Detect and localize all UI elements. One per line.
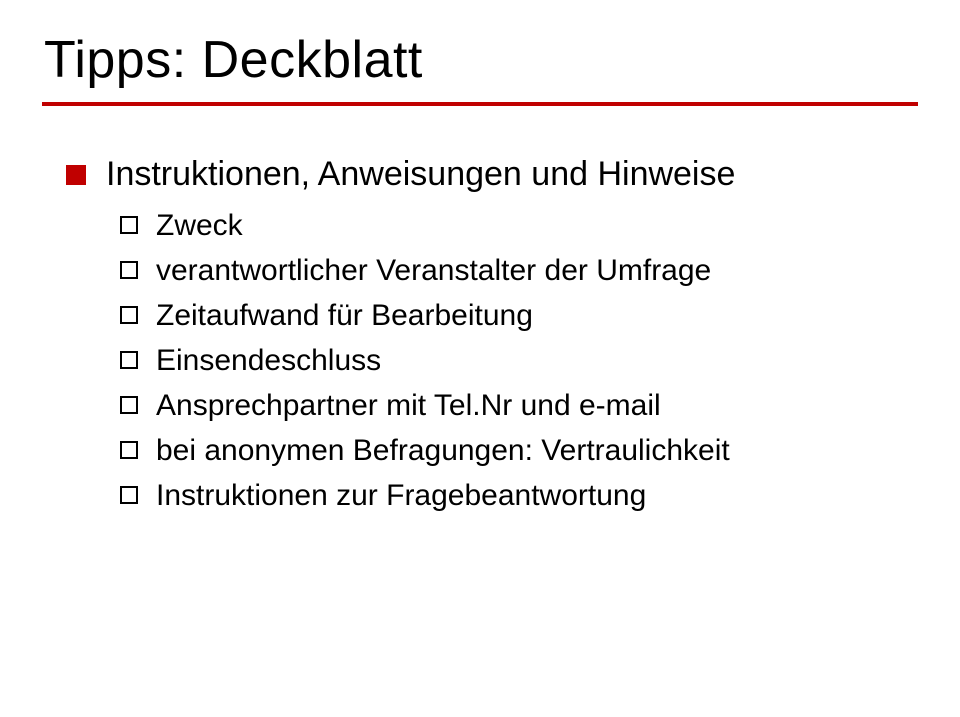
square-bullet-icon — [66, 165, 86, 185]
item-text: Zeitaufwand für Bearbeitung — [156, 296, 918, 335]
list-item: Einsendeschluss — [120, 341, 918, 380]
hollow-square-icon — [120, 261, 138, 279]
list-item: Zweck — [120, 206, 918, 245]
item-text: Zweck — [156, 206, 918, 245]
item-text: Instruktionen zur Fragebeantwortung — [156, 476, 918, 515]
list-item: bei anonymen Befragungen: Vertraulichkei… — [120, 431, 918, 470]
list-item: Ansprechpartner mit Tel.Nr und e-mail — [120, 386, 918, 425]
list-item: Instruktionen, Anweisungen und Hinweise — [66, 152, 918, 196]
list-item: Zeitaufwand für Bearbeitung — [120, 296, 918, 335]
item-text: Einsendeschluss — [156, 341, 918, 380]
slide-title: Tipps: Deckblatt — [44, 30, 918, 90]
title-underline — [42, 102, 918, 106]
hollow-square-icon — [120, 396, 138, 414]
item-text: Ansprechpartner mit Tel.Nr und e-mail — [156, 386, 918, 425]
hollow-square-icon — [120, 306, 138, 324]
hollow-square-icon — [120, 216, 138, 234]
hollow-square-icon — [120, 351, 138, 369]
list-item: Instruktionen zur Fragebeantwortung — [120, 476, 918, 515]
slide: Tipps: Deckblatt Instruktionen, Anweisun… — [0, 0, 960, 717]
content-body: Instruktionen, Anweisungen und Hinweise … — [42, 152, 918, 515]
hollow-square-icon — [120, 441, 138, 459]
item-text: verantwortlicher Veranstalter der Umfrag… — [156, 251, 918, 290]
item-text: bei anonymen Befragungen: Vertraulichkei… — [156, 431, 918, 470]
heading-text: Instruktionen, Anweisungen und Hinweise — [106, 152, 918, 196]
hollow-square-icon — [120, 486, 138, 504]
list-item: verantwortlicher Veranstalter der Umfrag… — [120, 251, 918, 290]
